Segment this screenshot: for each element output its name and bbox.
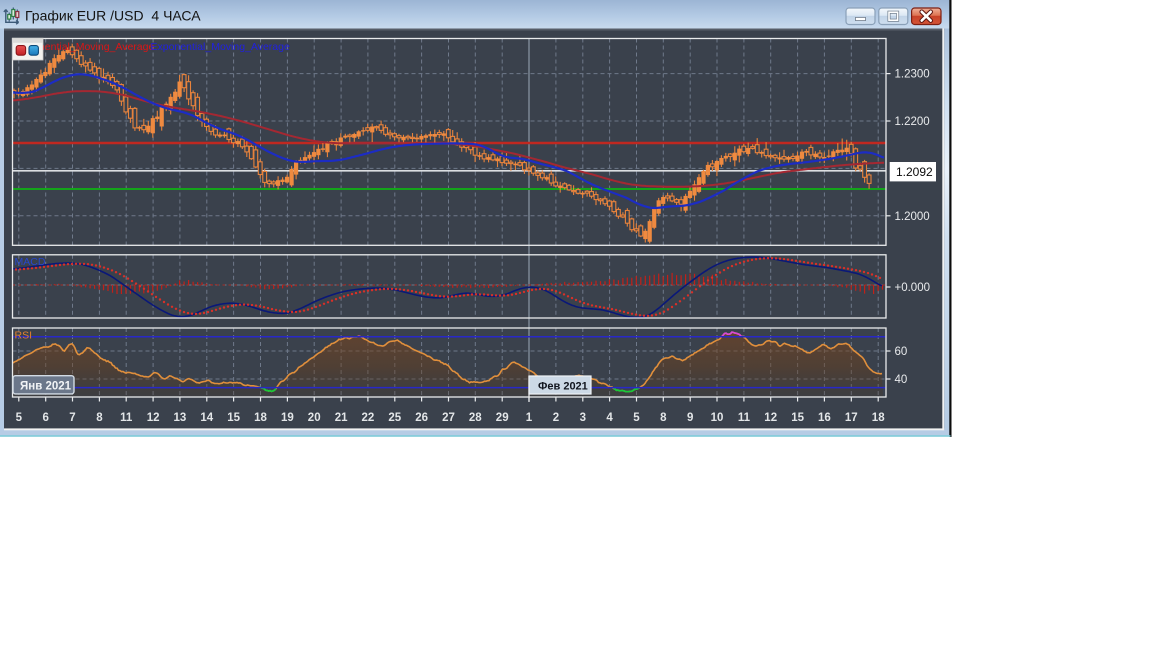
svg-text:14: 14: [200, 412, 213, 424]
svg-text:Exponential_Moving_Average: Exponential_Moving_Average: [151, 41, 290, 53]
svg-text:17: 17: [845, 412, 858, 424]
svg-text:16: 16: [818, 412, 831, 424]
svg-text:RSI: RSI: [15, 330, 33, 342]
svg-text:1.2300: 1.2300: [895, 69, 930, 81]
svg-text:11: 11: [738, 412, 751, 424]
svg-text:1.2092: 1.2092: [896, 165, 933, 179]
svg-text:5: 5: [633, 412, 640, 424]
svg-text:12: 12: [764, 412, 777, 424]
svg-text:15: 15: [791, 412, 804, 424]
svg-text:21: 21: [335, 412, 348, 424]
svg-text:10: 10: [711, 412, 724, 424]
svg-text:11: 11: [120, 412, 133, 424]
svg-text:4: 4: [606, 412, 613, 424]
svg-text:Янв 2021: Янв 2021: [20, 380, 72, 392]
svg-text:25: 25: [388, 412, 401, 424]
svg-text:8: 8: [660, 412, 667, 424]
svg-text:8: 8: [96, 412, 103, 424]
svg-text:19: 19: [281, 412, 294, 424]
svg-text:1.2000: 1.2000: [895, 211, 930, 223]
svg-text:9: 9: [687, 412, 693, 424]
svg-text:+0.000: +0.000: [895, 282, 931, 294]
svg-text:2: 2: [553, 412, 559, 424]
svg-text:12: 12: [147, 412, 160, 424]
svg-text:26: 26: [415, 412, 428, 424]
svg-text:29: 29: [496, 412, 509, 424]
svg-text:График EUR /USD 4 ЧАСА: График EUR /USD 4 ЧАСА: [25, 8, 201, 24]
svg-text:40: 40: [895, 374, 908, 386]
svg-text:1.2200: 1.2200: [895, 116, 930, 128]
svg-text:18: 18: [254, 412, 267, 424]
svg-text:28: 28: [469, 412, 482, 424]
svg-text:1: 1: [526, 412, 533, 424]
svg-text:18: 18: [872, 412, 885, 424]
svg-text:6: 6: [42, 412, 48, 424]
svg-text:22: 22: [362, 412, 375, 424]
svg-text:MACD: MACD: [15, 256, 46, 268]
svg-text:27: 27: [442, 412, 455, 424]
svg-text:5: 5: [16, 412, 23, 424]
svg-text:13: 13: [174, 412, 187, 424]
svg-text:60: 60: [895, 346, 908, 358]
svg-text:20: 20: [308, 412, 321, 424]
svg-text:Фев 2021: Фев 2021: [538, 381, 588, 393]
svg-text:3: 3: [580, 412, 586, 424]
svg-text:7: 7: [69, 412, 75, 424]
svg-text:15: 15: [227, 412, 240, 424]
